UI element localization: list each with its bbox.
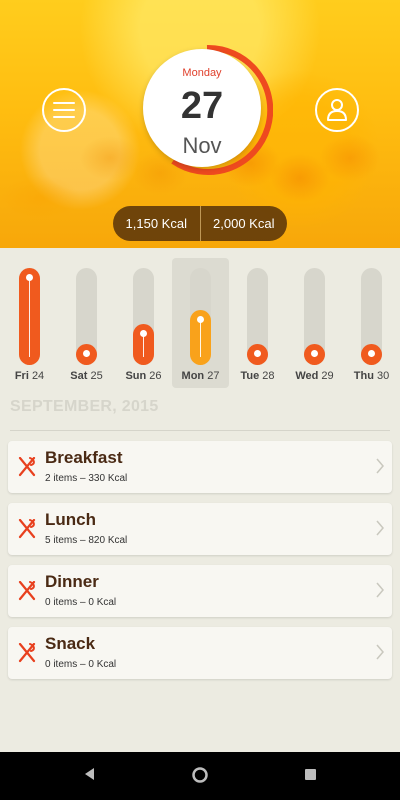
day-label: Thu 30 — [353, 370, 390, 382]
day-column[interactable]: Sun 26 — [115, 258, 172, 388]
day-level-track — [76, 268, 97, 365]
day-column[interactable]: Fri 24 — [1, 258, 58, 388]
hamburger-menu-icon — [53, 102, 75, 118]
meal-name: Lunch — [45, 510, 96, 529]
user-profile-icon — [327, 99, 347, 121]
calorie-summary-pill: 1,150 Kcal 2,000 Kcal — [113, 206, 287, 241]
chevron-right-icon — [376, 458, 384, 474]
date-month: Nov — [182, 133, 222, 158]
day-column[interactable]: Wed 29 — [286, 258, 343, 388]
meal-summary: 2 items – 330 Kcal — [45, 473, 128, 484]
date-display[interactable]: Monday 27 Nov — [143, 49, 261, 167]
meal-summary: 5 items – 820 Kcal — [45, 535, 128, 546]
recents-icon[interactable] — [304, 768, 317, 781]
day-level-bar — [247, 344, 268, 365]
day-level-bar — [190, 310, 211, 365]
date-weekday: Monday — [182, 67, 222, 79]
home-icon[interactable] — [191, 766, 209, 784]
chevron-right-icon — [376, 644, 384, 660]
day-level-bar — [76, 344, 97, 365]
day-label: Mon 27 — [181, 370, 220, 382]
week-selector: Fri 24 Sat 25 Sun 26 Mon 27 Tue 28 Wed 2… — [0, 258, 400, 388]
meal-name: Snack — [45, 634, 96, 653]
header-banner: Monday 27 Nov 1,150 Kcal 2,000 Kcal — [0, 0, 400, 248]
back-icon[interactable] — [82, 766, 96, 782]
day-label: Sat 25 — [70, 370, 103, 382]
meal-name: Breakfast — [45, 448, 123, 467]
goal-kcal: 2,000 Kcal — [213, 216, 275, 231]
day-level-track — [133, 268, 154, 365]
day-level-bar — [304, 344, 325, 365]
meal-summary: 0 items – 0 Kcal — [45, 659, 117, 670]
meal-card-snack[interactable]: Snack 0 items – 0 Kcal — [8, 627, 392, 679]
day-level-track — [19, 268, 40, 365]
meal-summary: 0 items – 0 Kcal — [45, 597, 117, 608]
meal-card-lunch[interactable]: Lunch 5 items – 820 Kcal — [8, 503, 392, 555]
day-level-track — [247, 268, 268, 365]
profile-button[interactable] — [315, 88, 359, 132]
consumed-kcal: 1,150 Kcal — [125, 216, 187, 231]
meal-card-breakfast[interactable]: Breakfast 2 items – 330 Kcal — [8, 441, 392, 493]
day-level-track — [304, 268, 325, 365]
day-level-bar — [361, 344, 382, 365]
day-label: Wed 29 — [295, 370, 334, 382]
day-level-track — [190, 268, 211, 365]
chevron-right-icon — [376, 520, 384, 536]
system-navigation-bar — [0, 752, 400, 800]
section-divider — [10, 430, 390, 431]
fork-knife-icon — [18, 581, 36, 601]
month-title: SEPTEMBER, 2015 — [10, 398, 159, 415]
fork-knife-icon — [18, 519, 36, 539]
day-column[interactable]: Thu 30 — [343, 258, 400, 388]
meal-name: Dinner — [45, 572, 99, 591]
day-column[interactable]: Sat 25 — [58, 258, 115, 388]
day-level-bar — [133, 324, 154, 365]
day-label: Tue 28 — [240, 370, 275, 382]
day-level-track — [361, 268, 382, 365]
day-column-selected[interactable]: Mon 27 — [172, 258, 229, 388]
chevron-right-icon — [376, 582, 384, 598]
date-day-number: 27 — [180, 85, 224, 127]
meal-card-dinner[interactable]: Dinner 0 items – 0 Kcal — [8, 565, 392, 617]
day-column[interactable]: Tue 28 — [229, 258, 286, 388]
menu-button[interactable] — [42, 88, 86, 132]
day-label: Fri 24 — [14, 370, 45, 382]
day-label: Sun 26 — [125, 370, 162, 382]
day-level-bar — [19, 268, 40, 365]
fork-knife-icon — [18, 457, 36, 477]
fork-knife-icon — [18, 643, 36, 663]
